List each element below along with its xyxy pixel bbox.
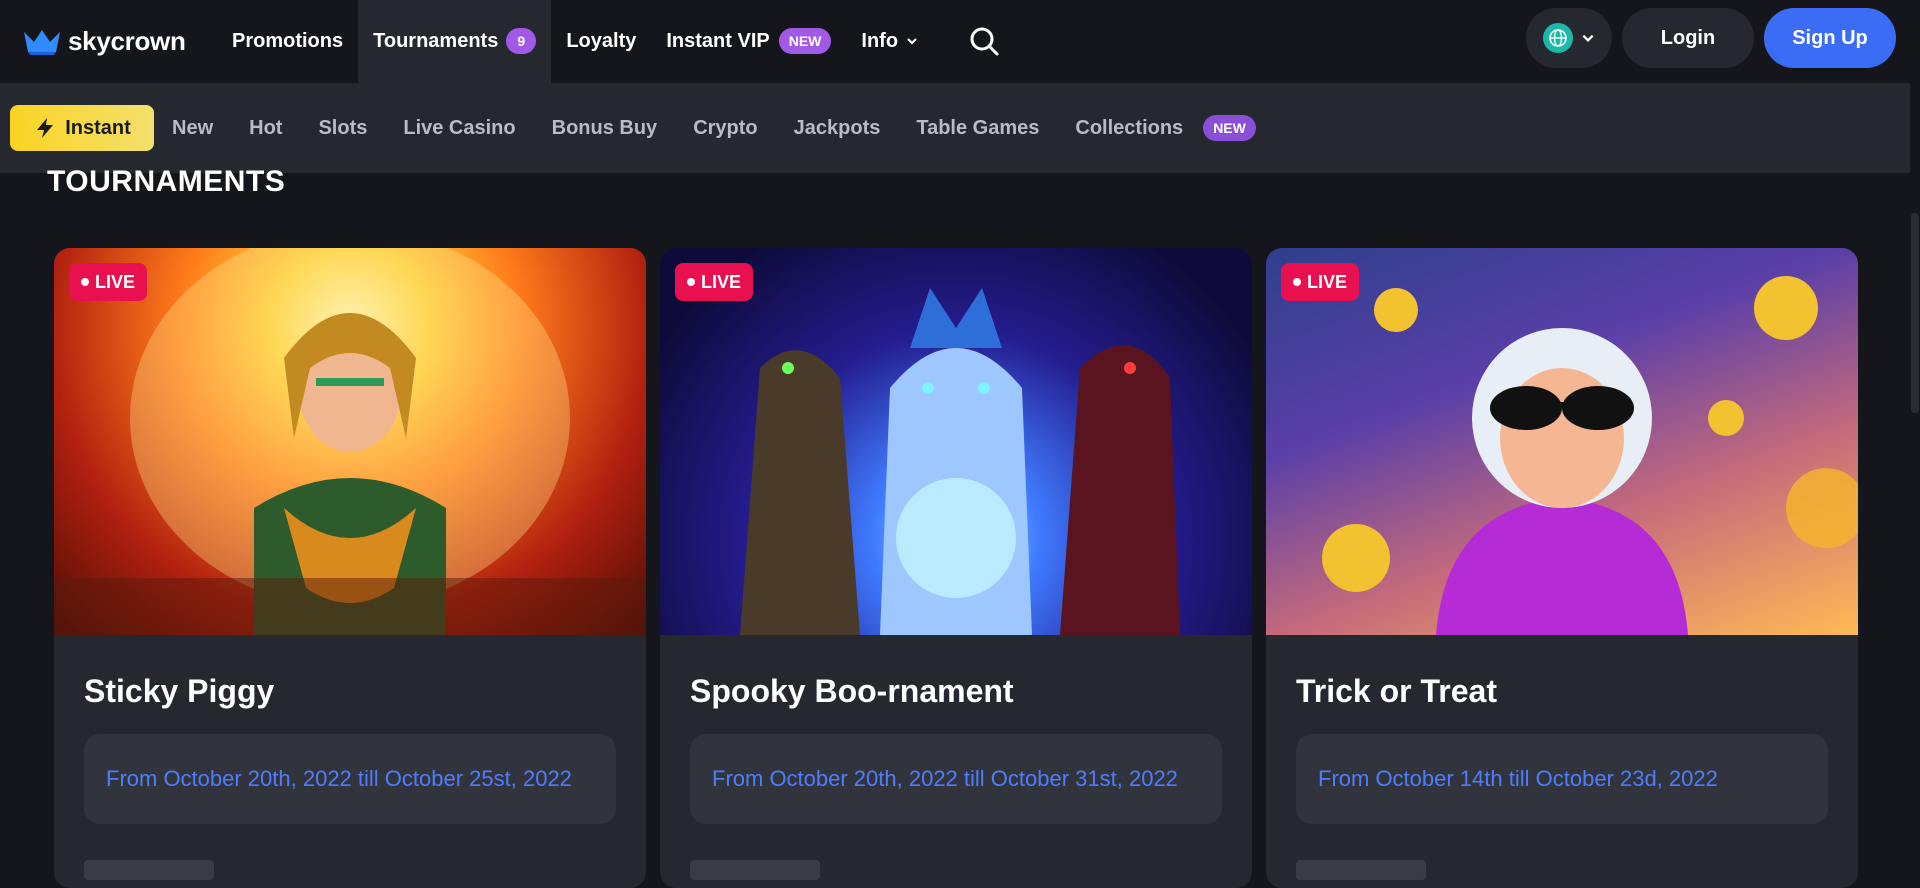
tournament-card[interactable]: LIVE Spooky Boo-rnament From October 20t… (660, 248, 1252, 888)
nav-instant-vip[interactable]: Instant VIP NEW (651, 0, 846, 83)
tournament-dates: From October 20th, 2022 till October 31s… (690, 734, 1222, 824)
live-badge: LIVE (1281, 263, 1360, 301)
lightning-icon (37, 118, 54, 138)
header-controls: Login Sign Up (1526, 8, 1896, 68)
search-icon (970, 27, 999, 56)
signup-button[interactable]: Sign Up (1764, 8, 1896, 68)
new-badge: NEW (1203, 115, 1256, 141)
category-hot[interactable]: Hot (249, 117, 282, 140)
tournament-image[interactable]: LIVE (660, 248, 1252, 635)
live-label: LIVE (701, 271, 742, 292)
category-collections[interactable]: Collections NEW (1075, 115, 1256, 141)
nav-label: Info (861, 29, 899, 52)
category-label: Collections (1075, 116, 1184, 139)
category-new[interactable]: New (172, 117, 213, 140)
tournament-title[interactable]: Spooky Boo-rnament (690, 673, 1014, 710)
tournament-illustration (54, 248, 646, 635)
nav-label: Promotions (232, 29, 344, 52)
tournament-image[interactable]: LIVE (54, 248, 646, 635)
nav-tournaments[interactable]: Tournaments 9 (358, 0, 552, 83)
nav-label: Tournaments (373, 29, 499, 52)
globe-icon (1543, 23, 1573, 53)
tournament-card[interactable]: LIVE Sticky Piggy From October 20th, 202… (54, 248, 646, 888)
live-badge: LIVE (69, 263, 148, 301)
new-badge: NEW (778, 28, 832, 54)
language-selector[interactable] (1526, 8, 1612, 68)
category-bar: Instant New Hot Slots Live Casino Bonus … (0, 83, 1910, 173)
login-button[interactable]: Login (1622, 8, 1754, 68)
search-button[interactable] (933, 0, 1015, 83)
live-dot-icon (1293, 278, 1301, 286)
tournament-illustration (1322, 276, 1858, 635)
tournament-card[interactable]: LIVE Trick or Treat From October 14th ti… (1266, 248, 1858, 888)
tournament-image[interactable]: LIVE (1266, 248, 1858, 635)
live-label: LIVE (1307, 271, 1348, 292)
tournament-dates: From October 14th till October 23d, 2022 (1296, 734, 1828, 824)
prize-label-placeholder (84, 860, 214, 880)
category-crypto[interactable]: Crypto (693, 117, 757, 140)
category-jackpots[interactable]: Jackpots (794, 117, 881, 140)
live-label: LIVE (95, 271, 136, 292)
nav-loyalty[interactable]: Loyalty (551, 0, 651, 83)
category-live-casino[interactable]: Live Casino (403, 117, 515, 140)
prize-label-placeholder (690, 860, 820, 880)
nav-label: Instant VIP (666, 29, 770, 52)
logo[interactable]: skycrown (22, 21, 202, 61)
logo-text: skycrown (68, 25, 186, 56)
nav-label: Loyalty (566, 29, 637, 52)
tournament-title[interactable]: Trick or Treat (1296, 673, 1497, 710)
chevron-down-icon (907, 38, 917, 45)
tournament-dates: From October 20th, 2022 till October 25s… (84, 734, 616, 824)
chevron-down-icon (1582, 34, 1594, 42)
live-dot-icon (687, 278, 695, 286)
scrollbar-thumb[interactable] (1911, 213, 1919, 413)
top-header: skycrown Promotions Tournaments 9 Loyalt… (0, 0, 1920, 83)
category-table-games[interactable]: Table Games (916, 117, 1039, 140)
page-scrollbar[interactable] (1910, 83, 1920, 870)
tournament-title[interactable]: Sticky Piggy (84, 673, 274, 710)
category-bonus-buy[interactable]: Bonus Buy (552, 117, 658, 140)
category-label: Instant (65, 116, 131, 139)
category-slots[interactable]: Slots (318, 117, 367, 140)
tournaments-count-badge: 9 (506, 28, 537, 54)
tournament-illustration (740, 288, 1180, 635)
main-nav: Promotions Tournaments 9 Loyalty Instant… (217, 0, 1015, 83)
live-dot-icon (81, 278, 89, 286)
nav-info-dropdown[interactable]: Info (846, 0, 933, 83)
category-instant[interactable]: Instant (10, 105, 154, 151)
live-badge: LIVE (675, 263, 754, 301)
nav-promotions[interactable]: Promotions (217, 0, 358, 83)
crown-logo-icon (24, 30, 60, 55)
prize-label-placeholder (1296, 860, 1426, 880)
page-title: TOURNAMENTS (47, 165, 286, 198)
